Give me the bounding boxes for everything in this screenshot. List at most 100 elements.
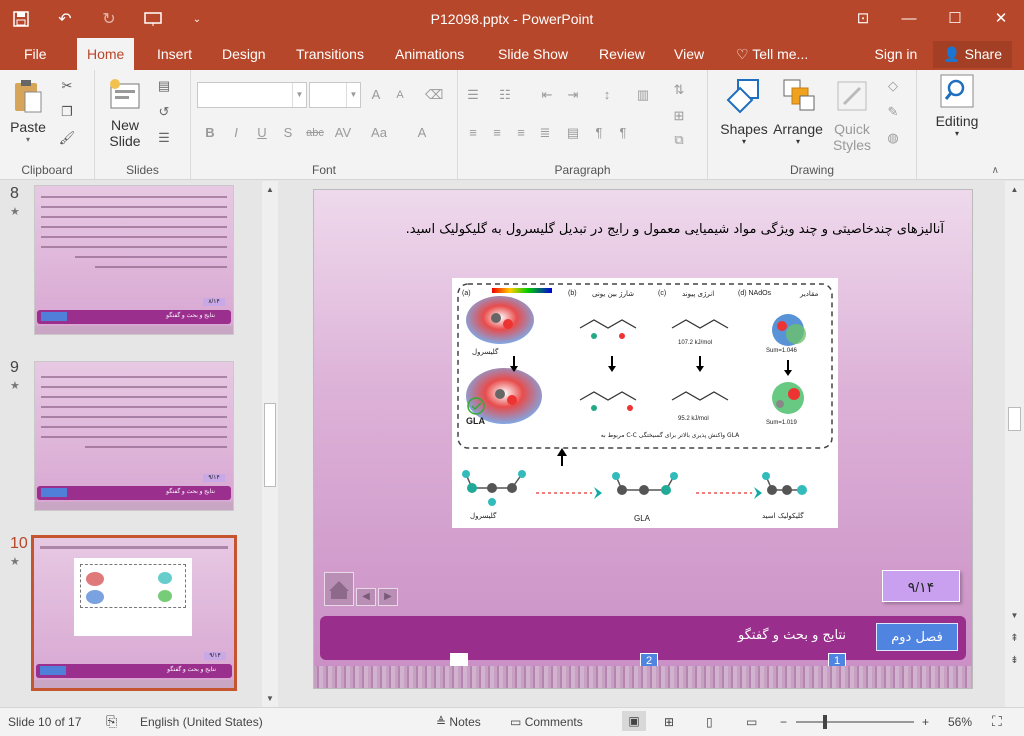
minimize-icon[interactable]: — (886, 0, 932, 36)
decrease-font-icon[interactable]: A (391, 87, 409, 103)
tab-transitions[interactable]: Transitions (286, 38, 374, 70)
slide-sorter-icon[interactable]: ⊞ (664, 715, 674, 729)
text-direction-icon[interactable]: ⇅ (670, 82, 688, 98)
collapse-ribbon-icon[interactable]: ∧ (992, 165, 999, 176)
justify-icon[interactable]: ≣ (536, 125, 554, 141)
shape-effects-icon[interactable]: ◍ (884, 130, 902, 146)
maximize-icon[interactable]: ☐ (932, 0, 978, 36)
increase-indent-icon[interactable]: ⇥ (564, 87, 582, 103)
tab-review[interactable]: Review (589, 38, 655, 70)
new-slide-button[interactable]: New Slide (101, 78, 149, 149)
language-status[interactable]: English (United States) (140, 715, 263, 729)
ribbon-display-icon[interactable]: ⊡ (840, 0, 886, 36)
close-icon[interactable]: ✕ (978, 0, 1024, 36)
cut-icon[interactable]: ✂ (58, 78, 76, 94)
scroll-down-icon[interactable]: ▼ (1005, 611, 1024, 620)
reading-view-icon[interactable]: ▯ (706, 715, 713, 729)
increase-font-icon[interactable]: A (367, 87, 385, 103)
tab-file[interactable]: File (14, 38, 57, 70)
thumbnail-scrollbar[interactable]: ▲ ▼ (262, 181, 278, 707)
animation-star-icon: ★ (10, 556, 20, 568)
numbering-icon[interactable]: ☷ (496, 87, 514, 103)
next-slide-icon[interactable]: ⇟ (1005, 655, 1024, 666)
font-name-combo[interactable]: ▼ (197, 82, 307, 108)
spell-check-icon[interactable]: ⎘ (106, 713, 117, 730)
distributed-icon[interactable]: ▤ (564, 125, 582, 141)
tab-design[interactable]: Design (212, 38, 276, 70)
tab-slide-show[interactable]: Slide Show (488, 38, 578, 70)
tell-me-box[interactable]: ♡ Tell me... (726, 38, 818, 70)
shadow-button[interactable]: S (279, 125, 297, 141)
normal-view-icon[interactable]: ▣ (622, 711, 646, 731)
slide-scrollbar[interactable]: ▲ ▼ ⇞ ⇟ (1005, 181, 1024, 707)
share-button[interactable]: 👤 Share (933, 40, 1012, 68)
scroll-thumb[interactable] (264, 403, 276, 487)
char-spacing-button[interactable]: AV (331, 125, 355, 141)
scroll-down-icon[interactable]: ▼ (262, 694, 278, 703)
current-slide[interactable]: آنالیزهای چندخاصیتی و چند ویژگی مواد شیم… (313, 189, 973, 689)
shape-outline-icon[interactable]: ✎ (884, 104, 902, 120)
tab-animations[interactable]: Animations (385, 38, 474, 70)
footer-part-button[interactable]: فصل دوم (876, 623, 958, 651)
copy-icon[interactable]: ❐ (58, 104, 76, 120)
fig-bottom-right: گلیکولیک اسید (762, 512, 804, 520)
fig-c-title: انرژی پیوند (682, 290, 715, 298)
strikethrough-button[interactable]: abc (303, 125, 327, 141)
previous-slide-icon[interactable]: ⇞ (1005, 633, 1024, 644)
comments-button[interactable]: ▭ Comments (510, 715, 583, 729)
section-icon[interactable]: ☰ (155, 130, 173, 146)
change-case-button[interactable]: Aa (367, 125, 391, 141)
zoom-slider-thumb[interactable] (823, 715, 827, 729)
slide-thumbnail-10[interactable]: ۹/۱۴ نتایج و بحث و گفتگو (31, 535, 237, 691)
slide-heading[interactable]: آنالیزهای چندخاصیتی و چند ویژگی مواد شیم… (344, 222, 944, 237)
bullets-icon[interactable]: ☰ (464, 87, 482, 103)
columns-icon[interactable]: ▥ (634, 87, 652, 103)
slideshow-view-icon[interactable]: ▭ (746, 715, 757, 729)
align-left-icon[interactable]: ≡ (464, 125, 482, 141)
scroll-up-icon[interactable]: ▲ (262, 185, 278, 194)
shapes-button[interactable]: Shapes ▾ (716, 76, 772, 146)
arrange-button[interactable]: Arrange ▾ (770, 76, 826, 146)
slide-thumbnail-9[interactable]: ۹/۱۴ نتایج و بحث و گفتگو (34, 361, 234, 511)
notes-button[interactable]: ≜ Notes (436, 715, 481, 729)
clear-format-icon[interactable]: ⌫ (425, 87, 443, 103)
chemistry-figure[interactable]: (a) (b) (c) (d) NAdOs گلیسرول شارژ بین ی… (452, 278, 838, 528)
italic-button[interactable]: I (227, 125, 245, 141)
smartart-icon[interactable]: ⧉ (670, 132, 688, 148)
tab-insert[interactable]: Insert (147, 38, 202, 70)
scroll-thumb[interactable] (1008, 407, 1021, 431)
align-right-icon[interactable]: ≡ (512, 125, 530, 141)
rtl-icon[interactable]: ¶ (614, 125, 632, 141)
font-size-combo[interactable]: ▼ (309, 82, 361, 108)
zoom-slider[interactable] (796, 715, 914, 729)
nav-prev-button[interactable]: ◀ (356, 588, 376, 606)
underline-button[interactable]: U (253, 125, 271, 141)
tab-home[interactable]: Home (77, 38, 135, 70)
paste-dropdown-icon[interactable]: ▾ (6, 135, 50, 144)
fit-slide-icon[interactable]: ⛶ (992, 713, 1002, 730)
quick-styles-button[interactable]: Quick Styles (824, 76, 880, 153)
layout-icon[interactable]: ▤ (155, 78, 173, 94)
align-center-icon[interactable]: ≡ (488, 125, 506, 141)
scroll-up-icon[interactable]: ▲ (1005, 185, 1024, 194)
slide-thumbnail-8[interactable]: ۸/۱۴ نتایج و بحث و گفتگو (34, 185, 234, 335)
zoom-level[interactable]: 56% (948, 715, 972, 729)
paste-button[interactable]: Paste ▾ (6, 78, 50, 144)
align-text-icon[interactable]: ⊞ (670, 108, 688, 124)
reset-icon[interactable]: ↺ (155, 104, 173, 120)
nav-next-button[interactable]: ▶ (378, 588, 398, 606)
ltr-icon[interactable]: ¶ (590, 125, 608, 141)
nav-home-button[interactable] (324, 572, 354, 606)
decrease-indent-icon[interactable]: ⇤ (538, 87, 556, 103)
line-spacing-icon[interactable]: ↕ (598, 87, 616, 103)
zoom-out-icon[interactable]: − (780, 715, 787, 729)
shape-fill-icon[interactable]: ◇ (884, 78, 902, 94)
zoom-in-icon[interactable]: + (922, 715, 929, 729)
tab-view[interactable]: View (664, 38, 714, 70)
editing-button[interactable]: Editing ▾ (927, 74, 987, 138)
font-color-button[interactable]: A (413, 125, 431, 141)
footer-title: نتایج و بحث و گفتگو (738, 628, 846, 643)
bold-button[interactable]: B (201, 125, 219, 141)
format-painter-icon[interactable]: 🖌 (58, 130, 76, 146)
sign-in-link[interactable]: Sign in (875, 46, 918, 62)
